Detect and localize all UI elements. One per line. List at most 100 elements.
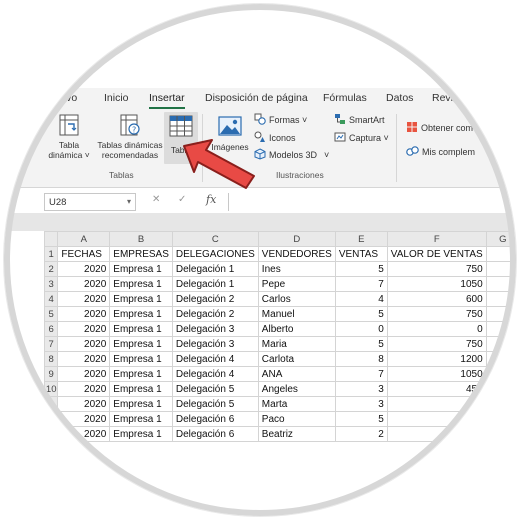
cell[interactable] bbox=[485, 351, 512, 367]
cell[interactable]: Carlos bbox=[257, 291, 336, 307]
row-header[interactable]: 3 bbox=[43, 276, 59, 292]
cell[interactable]: 1050 bbox=[386, 366, 487, 382]
cell[interactable]: Empresa 1 bbox=[109, 261, 173, 277]
cell[interactable]: Empresa 1 bbox=[109, 306, 173, 322]
cell[interactable]: Delegación 3 bbox=[171, 321, 259, 337]
cell[interactable]: 3 bbox=[334, 381, 388, 397]
cell[interactable] bbox=[485, 246, 512, 262]
cell[interactable]: 2020 bbox=[57, 381, 111, 397]
chevron-down-icon[interactable]: ▾ bbox=[127, 197, 131, 206]
cell[interactable] bbox=[485, 396, 512, 412]
cell[interactable]: FECHAS bbox=[57, 246, 111, 262]
cell[interactable]: Delegación 6 bbox=[171, 426, 259, 442]
cell[interactable]: 450 bbox=[386, 381, 487, 397]
cell[interactable]: 5 bbox=[334, 336, 388, 352]
cell[interactable]: 0 bbox=[334, 321, 388, 337]
cell[interactable]: ANA bbox=[257, 366, 336, 382]
tabla-dinamica-button[interactable]: Tabla dinámica ˅ bbox=[48, 114, 90, 164]
cell[interactable]: Marta bbox=[257, 396, 336, 412]
cell[interactable]: 1050 bbox=[386, 276, 487, 292]
cell[interactable]: Delegación 6 bbox=[171, 411, 259, 427]
cell[interactable]: 2020 bbox=[57, 411, 111, 427]
tablas-recomendadas-button[interactable]: ? Tablas dinámicas recomendadas bbox=[94, 114, 166, 164]
cell[interactable]: Angeles bbox=[257, 381, 336, 397]
insert-function-icon[interactable]: fx bbox=[206, 193, 216, 206]
cell[interactable]: 2020 bbox=[57, 396, 111, 412]
mis-complementos-button[interactable]: Mis complem bbox=[406, 145, 475, 159]
cell[interactable]: 5 bbox=[334, 411, 388, 427]
cell[interactable]: Empresa 1 bbox=[109, 336, 173, 352]
cell[interactable] bbox=[485, 276, 512, 292]
cell[interactable]: Empresa 1 bbox=[109, 291, 173, 307]
cell[interactable]: 300 bbox=[386, 426, 487, 442]
cell[interactable]: Beatriz bbox=[257, 426, 336, 442]
cell[interactable]: Maria bbox=[257, 336, 336, 352]
tab-insertar[interactable]: Insertar bbox=[149, 92, 185, 109]
cell[interactable]: VENDEDORES bbox=[257, 246, 336, 262]
select-all-corner[interactable] bbox=[43, 231, 59, 247]
column-header[interactable]: F bbox=[386, 231, 487, 247]
cell[interactable]: Empresa 1 bbox=[109, 366, 173, 382]
cell[interactable]: Alberto bbox=[257, 321, 336, 337]
row-header[interactable]: 7 bbox=[43, 336, 59, 352]
cell[interactable] bbox=[485, 261, 512, 277]
cell[interactable]: Delegación 2 bbox=[171, 291, 259, 307]
formas-button[interactable]: Formas ˅ bbox=[254, 113, 307, 127]
cell[interactable]: Delegación 4 bbox=[171, 351, 259, 367]
cell[interactable] bbox=[485, 381, 512, 397]
row-header[interactable]: 1 bbox=[43, 246, 59, 262]
smartart-button[interactable]: SmartArt bbox=[334, 113, 385, 127]
cell[interactable] bbox=[485, 336, 512, 352]
cell[interactable]: Ines bbox=[257, 261, 336, 277]
cell[interactable]: 8 bbox=[334, 351, 388, 367]
tab-formulas[interactable]: Fórmulas bbox=[323, 92, 367, 104]
obtener-complementos-button[interactable]: Obtener com bbox=[406, 121, 473, 135]
cell[interactable]: 750 bbox=[386, 411, 487, 427]
cell[interactable]: 450 bbox=[386, 396, 487, 412]
cell[interactable]: Carlota bbox=[257, 351, 336, 367]
cell[interactable]: 4 bbox=[334, 291, 388, 307]
cell[interactable] bbox=[485, 321, 512, 337]
row-header[interactable]: 4 bbox=[43, 291, 59, 307]
modelos3d-caret[interactable]: ˅ bbox=[324, 150, 329, 160]
cell[interactable]: 7 bbox=[334, 366, 388, 382]
cell[interactable]: 2020 bbox=[57, 291, 111, 307]
cell[interactable]: 5 bbox=[334, 261, 388, 277]
enter-icon[interactable]: ✓ bbox=[178, 194, 186, 205]
cell[interactable] bbox=[485, 366, 512, 382]
iconos-button[interactable]: Iconos bbox=[254, 131, 296, 145]
cell[interactable]: 0 bbox=[386, 321, 487, 337]
cell[interactable]: EMPRESAS bbox=[109, 246, 173, 262]
cell[interactable]: Delegación 3 bbox=[171, 336, 259, 352]
cell[interactable]: Empresa 1 bbox=[109, 321, 173, 337]
row-header[interactable]: 5 bbox=[43, 306, 59, 322]
cell[interactable]: 2020 bbox=[57, 426, 111, 442]
cell[interactable] bbox=[485, 411, 512, 427]
cell[interactable]: Empresa 1 bbox=[109, 381, 173, 397]
row-header[interactable]: 1 bbox=[43, 396, 59, 412]
cell[interactable]: Empresa 1 bbox=[109, 426, 173, 442]
row-header[interactable]: 9 bbox=[43, 366, 59, 382]
row-header[interactable]: 13 bbox=[43, 426, 59, 442]
column-header[interactable]: A bbox=[57, 231, 111, 247]
captura-button[interactable]: Captura ˅ bbox=[334, 131, 389, 145]
cell[interactable]: Empresa 1 bbox=[109, 276, 173, 292]
name-box[interactable]: U28 ▾ bbox=[44, 193, 136, 211]
row-header[interactable]: 6 bbox=[43, 321, 59, 337]
cell[interactable]: Manuel bbox=[257, 306, 336, 322]
cell[interactable]: 2 bbox=[334, 426, 388, 442]
cell[interactable] bbox=[485, 291, 512, 307]
modelos3d-button[interactable]: Modelos 3D ˅ bbox=[254, 148, 329, 162]
cell[interactable]: Delegación 1 bbox=[171, 261, 259, 277]
cell[interactable]: 2020 bbox=[57, 351, 111, 367]
cell[interactable]: VALOR DE VENTAS bbox=[386, 246, 487, 262]
column-header[interactable]: B bbox=[109, 231, 173, 247]
cell[interactable]: 2020 bbox=[57, 366, 111, 382]
cell[interactable]: 5 bbox=[334, 306, 388, 322]
cell[interactable]: 2020 bbox=[57, 321, 111, 337]
cell[interactable]: Paco bbox=[257, 411, 336, 427]
cell[interactable]: Delegación 2 bbox=[171, 306, 259, 322]
cell[interactable]: Empresa 1 bbox=[109, 411, 173, 427]
tab-disposicion[interactable]: Disposición de página bbox=[205, 92, 308, 104]
cell[interactable]: 750 bbox=[386, 306, 487, 322]
